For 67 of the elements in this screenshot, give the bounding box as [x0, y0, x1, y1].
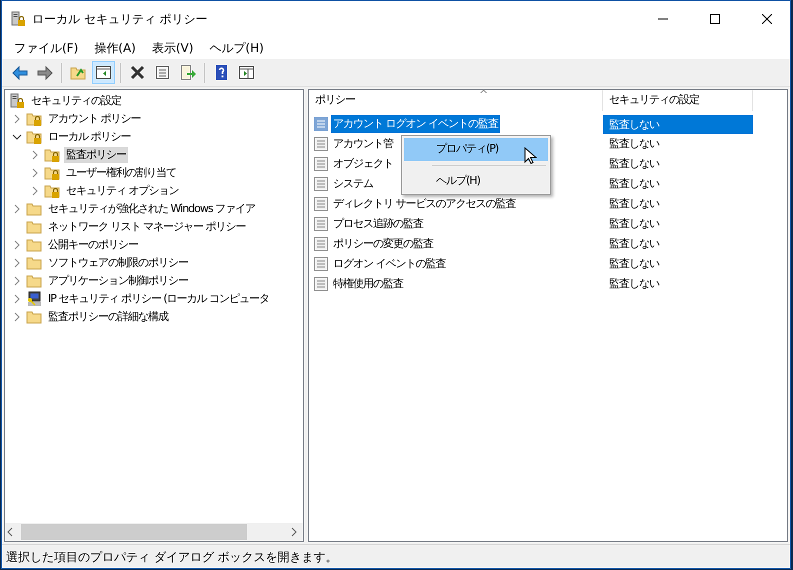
locked-folder-icon — [44, 165, 61, 181]
policy-icon — [313, 236, 329, 252]
policy-icon — [313, 136, 329, 152]
tree-item[interactable]: セキュリティの設定 — [29, 93, 123, 109]
locked-folder-icon — [26, 129, 43, 145]
table-cell[interactable]: 監査しない — [603, 156, 753, 172]
computer-key-icon — [26, 291, 43, 307]
folder-icon — [26, 255, 43, 271]
table-cell[interactable]: 監査しない — [603, 276, 753, 292]
table-cell[interactable]: オブジェクト — [331, 155, 395, 173]
column-header[interactable]: セキュリティの設定 — [603, 90, 753, 111]
cursor-icon — [524, 147, 537, 165]
tree-item[interactable]: アカウント ポリシー — [46, 111, 142, 127]
tree-item[interactable]: ネットワーク リスト マネージャー ポリシー — [46, 219, 248, 235]
computer-lock-icon — [9, 93, 26, 109]
tree-item[interactable]: セキュリティ オプション — [64, 183, 180, 199]
tree-item[interactable]: 監査ポリシーの詳細な構成 — [46, 309, 170, 325]
table-cell[interactable]: ログオン イベントの監査 — [331, 255, 448, 273]
table-cell[interactable]: プロセス追跡の監査 — [331, 215, 425, 233]
folder-icon — [26, 309, 43, 325]
policy-icon — [313, 116, 329, 132]
status-text: 選択した項目のプロパティ ダイアログ ボックスを開きます。 — [2, 544, 790, 568]
tree-item[interactable]: ユーザー権利の割り当て — [64, 165, 178, 181]
table-cell[interactable]: 監査しない — [603, 236, 753, 252]
locked-folder-icon — [44, 147, 61, 163]
tree-item[interactable]: 監査ポリシー — [64, 147, 128, 163]
policy-icon — [313, 176, 329, 192]
computer-lock-icon — [10, 11, 26, 27]
menu-item[interactable]: ファイル(F) — [8, 39, 84, 57]
table-cell[interactable]: 監査しない — [603, 136, 753, 152]
tree-item[interactable]: ソフトウェアの制限のポリシー — [46, 255, 190, 271]
table-cell[interactable]: アカウント管 — [331, 135, 395, 153]
folder-icon — [26, 219, 43, 235]
sort-indicator[interactable]: ^ — [479, 90, 488, 104]
policy-icon — [313, 256, 329, 272]
policy-icon — [313, 156, 329, 172]
table-cell[interactable]: 監査しない — [603, 196, 753, 212]
locked-folder-icon — [26, 111, 43, 127]
tree-pane-icon[interactable] — [92, 61, 115, 84]
tree-item[interactable]: アプリケーション制御ポリシー — [46, 273, 190, 289]
policy-icon — [313, 196, 329, 212]
menu-item[interactable]: 操作(A) — [88, 39, 142, 57]
folder-icon — [26, 273, 43, 289]
policy-icon — [313, 216, 329, 232]
window-title: ローカル セキュリティ ポリシー — [32, 11, 209, 28]
tree-item[interactable]: ローカル ポリシー — [46, 129, 132, 145]
table-cell[interactable]: 監査しない — [603, 176, 753, 192]
locked-folder-icon — [44, 183, 61, 199]
scrollbar-thumb[interactable] — [21, 524, 247, 540]
table-cell[interactable]: ディレクトリ サービスのアクセスの監査 — [331, 195, 518, 213]
table-cell[interactable]: アカウント ログオン イベントの監査 — [331, 115, 500, 133]
table-cell[interactable]: ポリシーの変更の監査 — [331, 235, 435, 253]
folder-icon — [26, 237, 43, 253]
menu-item[interactable]: プロパティ(P) — [404, 138, 548, 160]
menu-item[interactable]: 表示(V) — [146, 39, 200, 57]
tree-item[interactable]: 公開キーのポリシー — [46, 237, 140, 253]
tree-item[interactable]: セキュリティが強化された Windows ファイア — [46, 201, 258, 217]
table-cell[interactable]: 監査しない — [603, 216, 753, 232]
table-cell[interactable]: 特権使用の監査 — [331, 275, 405, 293]
folder-icon — [26, 201, 43, 217]
table-cell[interactable]: 監査しない — [603, 256, 753, 272]
menu-item[interactable]: ヘルプ(H) — [404, 170, 548, 192]
tree-item[interactable]: IP セキュリティ ポリシー (ローカル コンピュータ — [46, 291, 272, 307]
table-cell[interactable]: システム — [331, 175, 375, 193]
menu-item[interactable]: ヘルプ(H) — [203, 39, 270, 57]
table-cell[interactable]: 監査しない — [603, 114, 753, 134]
policy-icon — [313, 276, 329, 292]
